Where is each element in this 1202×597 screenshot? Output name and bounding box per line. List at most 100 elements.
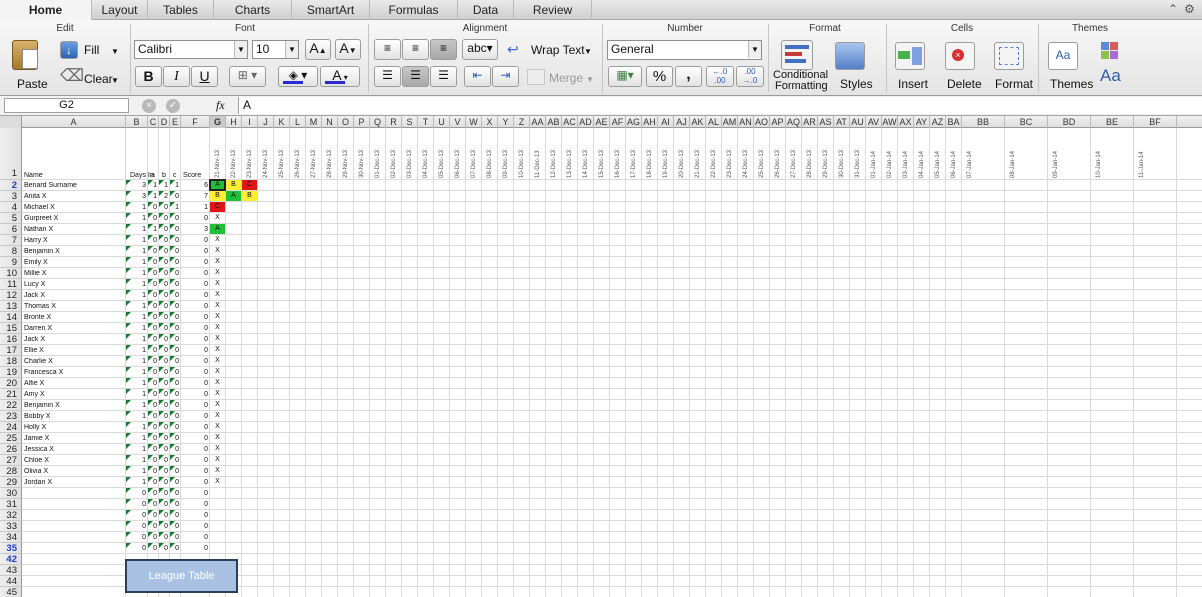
cell-mark[interactable]: X bbox=[210, 279, 225, 289]
column-header-AZ[interactable]: AZ bbox=[930, 116, 946, 128]
cell-days-in[interactable]: 1 bbox=[126, 391, 148, 398]
number-format-select[interactable]: General ▼ bbox=[607, 40, 762, 60]
cell-b[interactable]: 0 bbox=[159, 226, 170, 233]
column-header-AS[interactable]: AS bbox=[818, 116, 834, 128]
cell-mark[interactable]: B bbox=[242, 191, 257, 201]
cell-days-in[interactable]: 1 bbox=[126, 413, 148, 420]
align-right-button[interactable]: ☰ bbox=[430, 66, 457, 87]
row-header-5[interactable]: 5 bbox=[0, 213, 22, 224]
confirm-icon[interactable]: ✓ bbox=[166, 99, 180, 113]
row-header-28[interactable]: 28 bbox=[0, 466, 22, 477]
cell-name[interactable]: Jordan X bbox=[24, 479, 52, 486]
fill-color-button[interactable]: ◈ ▾ bbox=[278, 66, 318, 87]
tab-tables[interactable]: Tables bbox=[148, 0, 214, 20]
row-header-19[interactable]: 19 bbox=[0, 367, 22, 378]
cell-c[interactable]: 0 bbox=[170, 402, 181, 409]
cell-score[interactable]: 0 bbox=[181, 281, 210, 288]
row-header-13[interactable]: 13 bbox=[0, 301, 22, 312]
cell-score[interactable]: 0 bbox=[181, 490, 210, 497]
cell-mark[interactable]: X bbox=[210, 268, 225, 278]
align-middle-button[interactable]: ≡ bbox=[402, 39, 429, 60]
cell-name[interactable]: Alfie X bbox=[24, 380, 44, 387]
row-header-33[interactable]: 33 bbox=[0, 521, 22, 532]
italic-button[interactable]: I bbox=[163, 66, 190, 87]
cell-mark[interactable]: X bbox=[210, 400, 225, 410]
row-header-7[interactable]: 7 bbox=[0, 235, 22, 246]
cell-score[interactable]: 0 bbox=[181, 215, 210, 222]
row-header-9[interactable]: 9 bbox=[0, 257, 22, 268]
column-header-Q[interactable]: Q bbox=[370, 116, 386, 128]
underline-button[interactable]: U bbox=[191, 66, 218, 87]
cell-c[interactable]: 0 bbox=[170, 193, 181, 200]
column-header-N[interactable]: N bbox=[322, 116, 338, 128]
cell-b[interactable]: 0 bbox=[159, 501, 170, 508]
cell-a[interactable]: 0 bbox=[148, 457, 159, 464]
cell-days-in[interactable]: 0 bbox=[126, 512, 148, 519]
column-header-AL[interactable]: AL bbox=[706, 116, 722, 128]
cell-name[interactable]: Charlie X bbox=[24, 358, 53, 365]
row-header-3[interactable]: 3 bbox=[0, 191, 22, 202]
percent-button[interactable]: % bbox=[646, 66, 673, 87]
cell-b[interactable]: 1 bbox=[159, 182, 170, 189]
cell-days-in[interactable]: 1 bbox=[126, 204, 148, 211]
cell-mark[interactable]: X bbox=[210, 433, 225, 443]
cell-mark[interactable]: X bbox=[210, 444, 225, 454]
cell-name[interactable]: Holly X bbox=[24, 424, 46, 431]
column-header-AN[interactable]: AN bbox=[738, 116, 754, 128]
cell-name[interactable]: Nathan X bbox=[24, 226, 53, 233]
column-header-AH[interactable]: AH bbox=[642, 116, 658, 128]
row-header-10[interactable]: 10 bbox=[0, 268, 22, 279]
cell-days-in[interactable]: 1 bbox=[126, 358, 148, 365]
cell-name[interactable]: Harry X bbox=[24, 237, 48, 244]
cell-mark[interactable]: X bbox=[210, 246, 225, 256]
cell-c[interactable]: 0 bbox=[170, 248, 181, 255]
cell-c[interactable]: 0 bbox=[170, 512, 181, 519]
cell-score[interactable]: 0 bbox=[181, 248, 210, 255]
cell-score[interactable]: 0 bbox=[181, 314, 210, 321]
column-header-F[interactable]: F bbox=[181, 116, 210, 128]
cell-c[interactable]: 0 bbox=[170, 435, 181, 442]
cell-score[interactable]: 0 bbox=[181, 457, 210, 464]
cell-days-in[interactable]: 1 bbox=[126, 424, 148, 431]
cell-days-in[interactable]: 0 bbox=[126, 490, 148, 497]
cell-days-in[interactable]: 0 bbox=[126, 523, 148, 530]
row-header-6[interactable]: 6 bbox=[0, 224, 22, 235]
cell-b[interactable]: 0 bbox=[159, 468, 170, 475]
cell-name[interactable]: Bronte X bbox=[24, 314, 51, 321]
cell-a[interactable]: 0 bbox=[148, 523, 159, 530]
column-header-BA[interactable]: BA bbox=[946, 116, 962, 128]
cell-mark[interactable]: X bbox=[210, 235, 225, 245]
cell-b[interactable]: 0 bbox=[159, 347, 170, 354]
cell-b[interactable]: 0 bbox=[159, 523, 170, 530]
cell-c[interactable]: 0 bbox=[170, 490, 181, 497]
column-header-G[interactable]: G bbox=[210, 116, 226, 128]
cell-b[interactable]: 0 bbox=[159, 303, 170, 310]
cell-c[interactable]: 0 bbox=[170, 479, 181, 486]
cell-name[interactable]: Thomas X bbox=[24, 303, 56, 310]
cell-b[interactable]: 0 bbox=[159, 446, 170, 453]
cell-mark[interactable]: X bbox=[210, 290, 225, 300]
cell-mark[interactable]: X bbox=[210, 411, 225, 421]
cell-b[interactable]: 0 bbox=[159, 545, 170, 552]
row-header-1[interactable]: 1 bbox=[0, 128, 22, 180]
cell-b[interactable]: 0 bbox=[159, 215, 170, 222]
cell-days-in[interactable]: 0 bbox=[126, 534, 148, 541]
cell-a[interactable]: 0 bbox=[148, 534, 159, 541]
cell-c[interactable]: 0 bbox=[170, 303, 181, 310]
cell-mark[interactable]: X bbox=[210, 389, 225, 399]
cell-b[interactable]: 0 bbox=[159, 534, 170, 541]
row-header-12[interactable]: 12 bbox=[0, 290, 22, 301]
cell-score[interactable]: 0 bbox=[181, 380, 210, 387]
tab-smartart[interactable]: SmartArt bbox=[292, 0, 370, 20]
column-header-AX[interactable]: AX bbox=[898, 116, 914, 128]
cell-c[interactable]: 0 bbox=[170, 237, 181, 244]
row-header-24[interactable]: 24 bbox=[0, 422, 22, 433]
cell-c[interactable]: 0 bbox=[170, 259, 181, 266]
cell-b[interactable]: 0 bbox=[159, 424, 170, 431]
settings-gear-icon[interactable]: ⚙ bbox=[1184, 2, 1195, 16]
column-header-I[interactable]: I bbox=[242, 116, 258, 128]
cell-score[interactable]: 0 bbox=[181, 501, 210, 508]
cell-a[interactable]: 0 bbox=[148, 545, 159, 552]
cell-a[interactable]: 0 bbox=[148, 303, 159, 310]
tab-layout[interactable]: Layout bbox=[92, 0, 148, 20]
